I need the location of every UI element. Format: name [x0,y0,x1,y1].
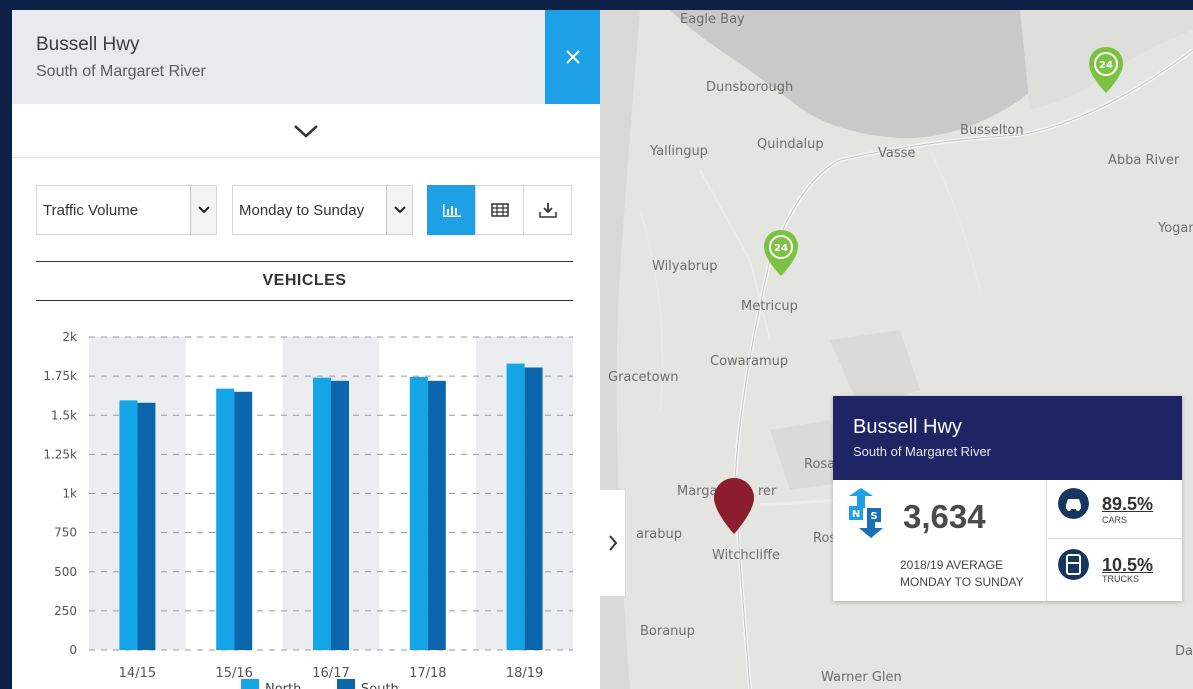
y-tick-label: 250 [54,604,77,618]
table-icon [490,203,509,217]
svg-text:24: 24 [774,243,788,254]
place-label: Rosa [804,457,836,472]
y-tick-label: 1.75k [43,369,77,383]
table-view-button[interactable] [475,185,524,235]
bar [137,402,156,650]
trucks-share: 10.5% TRUCKS [1048,539,1182,601]
dropdown-arrow[interactable] [190,186,216,234]
svg-text:24: 24 [1099,60,1113,71]
popup-title: Bussell Hwy [853,416,962,438]
24-hour-counter-icon[interactable]: 24 [762,228,800,278]
trucks-label: TRUCKS [1102,574,1140,584]
popup-header: Bussell Hwy South of Margaret River [833,396,1182,480]
close-button[interactable] [545,10,600,104]
place-label: Boranup [640,624,695,639]
y-tick-label: 750 [54,526,77,540]
chevron-down-icon [294,124,318,138]
y-tick-label: 2k [62,330,77,344]
app-frame: Eagle Bay Dunsborough Busselton Yallingu… [12,10,1193,689]
place-label: Yogan [1158,221,1193,236]
average-days-label: MONDAY TO SUNDAY [900,575,1024,589]
bar-chart-icon [442,204,461,217]
place-label: Cowaramup [710,354,789,369]
collapse-button[interactable] [12,104,600,158]
svg-text:N: N [852,509,860,520]
cars-share: 89.5% CARS [1048,480,1182,539]
period-select-value: Monday to Sunday [239,202,365,219]
place-label: Busselton [960,123,1024,138]
period-select[interactable]: Monday to Sunday [232,185,413,235]
legend-label: South [361,682,399,689]
place-label: Witchcliffe [712,548,780,563]
download-button[interactable] [523,185,572,235]
popup-volume-block: N S 3,634 2018/19 AVERAGE MONDAY TO SUND… [833,480,1047,601]
north-south-arrows-icon: N S [849,488,883,538]
chevron-right-icon [608,535,617,551]
chevron-down-icon [393,206,406,214]
place-label: Warner Glen [821,670,902,685]
site-panel: Bussell Hwy South of Margaret River Traf… [12,10,600,689]
panel-subtitle: South of Margaret River [36,63,206,80]
dropdown-arrow[interactable] [386,186,412,234]
location-pin-icon[interactable] [712,476,756,536]
legend-swatch [337,679,355,689]
bar [524,367,543,650]
y-tick-label: 0 [69,643,77,657]
place-label: rer [758,484,777,499]
place-label: arabup [636,527,683,542]
bar [427,380,446,650]
bar [331,380,349,650]
chevron-down-icon [197,206,210,214]
legend-label: North [265,682,301,689]
y-tick-label: 1.5k [51,408,77,422]
y-tick-label: 500 [54,565,77,579]
place-label: Vasse [878,146,916,161]
expand-panel-button[interactable] [600,489,626,597]
x-tick-label: 14/15 [119,666,156,681]
bar [119,400,138,650]
x-tick-label: 17/18 [409,666,446,681]
y-tick-label: 1.25k [43,447,77,461]
chart-view-button[interactable] [427,185,476,235]
traffic-bar-chart: 0 250 500 750 1k 1.25k 1.5k 1.75k 2k 14/15 15/16 16… [43,330,573,689]
svg-text:S: S [870,511,877,522]
cars-percentage: 89.5% [1102,494,1154,514]
x-tick-label: 15/16 [215,666,252,681]
popup-subtitle: South of Margaret River [853,444,992,459]
y-tick-label: 1k [62,487,77,501]
legend-swatch [241,679,259,689]
close-icon [565,50,580,64]
average-daily-count: 3,634 [903,498,986,535]
chart-heading: VEHICLES [36,261,573,301]
panel-header: Bussell Hwy South of Margaret River [12,10,600,104]
site-summary-popup[interactable]: Bussell Hwy South of Margaret River N S … [833,396,1182,601]
bar [409,376,428,650]
place-label: Gracetown [608,370,679,385]
truck-icon [1058,549,1089,580]
bar [506,363,525,650]
average-period-label: 2018/19 AVERAGE [900,558,1004,572]
trucks-percentage: 10.5% [1102,555,1154,575]
cars-label: CARS [1102,515,1128,525]
place-label: Wilyabrup [652,259,718,274]
download-icon [538,203,557,218]
place-label: Abba River [1108,153,1180,168]
bar [216,388,235,650]
panel-title: Bussell Hwy [36,34,140,55]
x-tick-label: 18/19 [506,666,543,681]
place-label: Yallingup [650,144,708,159]
place-label: Dunsborough [706,80,794,95]
place-label: Metricup [741,299,798,314]
place-label: Eagle Bay [680,12,745,27]
place-label: Darr [1175,644,1193,659]
bar [313,377,331,650]
bar [234,391,253,650]
place-label: Quindalup [757,137,824,152]
metric-select-value: Traffic Volume [43,202,139,219]
metric-select[interactable]: Traffic Volume [36,185,217,235]
car-icon [1058,488,1089,519]
24-hour-counter-icon[interactable]: 24 [1087,45,1125,95]
x-tick-label: 16/17 [312,666,349,681]
